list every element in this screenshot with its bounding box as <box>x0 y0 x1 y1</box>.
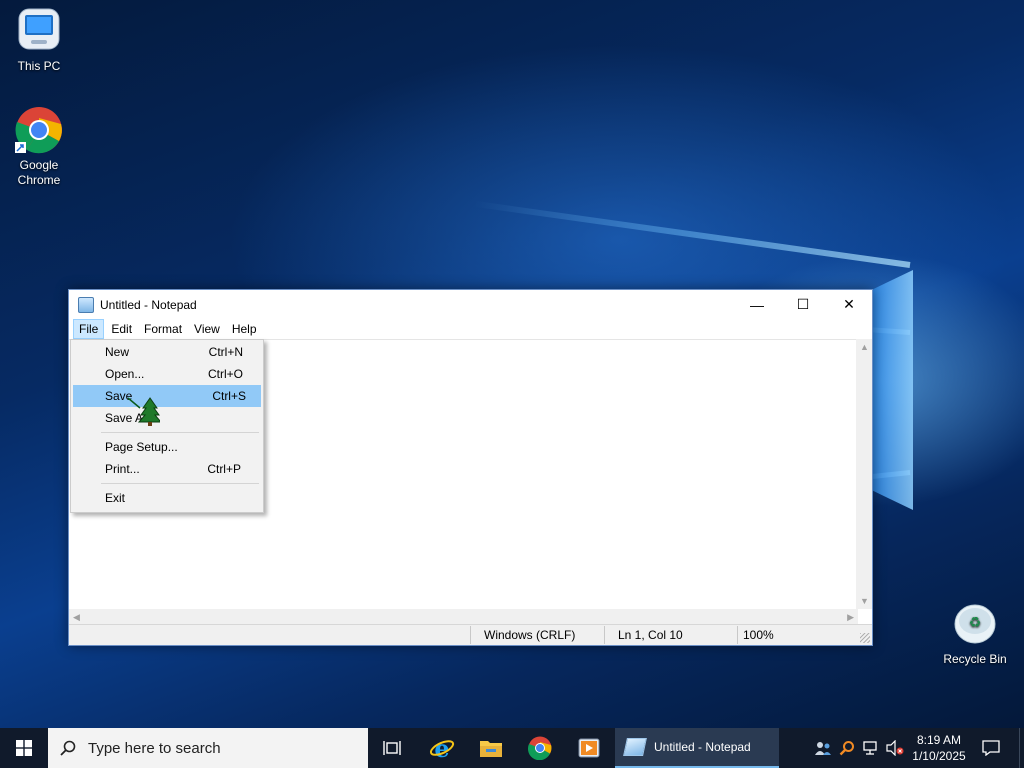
menu-help[interactable]: Help <box>227 320 262 338</box>
close-button[interactable]: ✕ <box>826 290 872 319</box>
taskbar-search-box[interactable]: Type here to search <box>48 728 368 768</box>
wallpaper-beam <box>473 200 911 268</box>
windows-logo-icon <box>16 740 32 756</box>
file-explorer-icon <box>480 741 502 757</box>
menu-item-shortcut: Ctrl+O <box>207 367 243 381</box>
menu-item-save-as[interactable]: Save As... <box>73 407 261 429</box>
menu-item-shortcut: Ctrl+P <box>207 462 241 476</box>
taskbar-notepad-button[interactable]: Untitled - Notepad <box>615 728 779 768</box>
scroll-up-icon[interactable]: ▲ <box>860 342 869 352</box>
notification-icon <box>982 740 1000 756</box>
status-bar: Windows (CRLF) Ln 1, Col 10 100% <box>69 624 872 645</box>
menu-item-label: Open... <box>105 367 145 381</box>
start-button[interactable] <box>0 728 48 768</box>
svg-text:e: e <box>434 735 449 761</box>
menu-item-shortcut: Ctrl+N <box>208 345 243 359</box>
menu-item-page-setup[interactable]: Page Setup... <box>73 436 261 458</box>
status-zoom: 100% <box>743 628 774 642</box>
horizontal-scrollbar[interactable]: ◀ ▶ <box>69 609 858 625</box>
minimize-button[interactable]: — <box>734 290 780 319</box>
menu-item-shortcut: Ctrl+S <box>212 389 246 403</box>
taskbar-internet-explorer[interactable]: e <box>418 728 466 768</box>
desktop-icon-recycle-bin[interactable]: ♻ Recycle Bin <box>937 600 1013 666</box>
menu-view[interactable]: View <box>189 320 225 338</box>
desktop-icon-label: Google Chrome <box>17 158 61 187</box>
desktop-icon-label: This PC <box>17 59 61 73</box>
chrome-icon <box>528 736 552 760</box>
menu-item-new[interactable]: New Ctrl+N <box>73 341 261 363</box>
menu-separator <box>101 432 259 433</box>
status-divider <box>737 626 738 644</box>
menu-item-label: New <box>105 345 130 359</box>
taskbar-file-explorer[interactable] <box>467 728 515 768</box>
clock-date: 1/10/2025 <box>912 749 966 763</box>
taskbar-clock[interactable]: 8:19 AM 1/10/2025 <box>902 732 976 764</box>
menu-item-open[interactable]: Open... Ctrl+O <box>73 363 261 385</box>
taskbar-app-label: Untitled - Notepad <box>654 740 751 754</box>
menu-item-save[interactable]: Save Ctrl+S <box>73 385 261 407</box>
search-placeholder: Type here to search <box>88 739 221 757</box>
show-desktop-button[interactable] <box>1019 728 1024 768</box>
tray-search-icon[interactable] <box>836 728 858 768</box>
search-icon <box>48 740 88 756</box>
resize-grip-icon[interactable] <box>860 633 870 643</box>
status-divider <box>470 626 471 644</box>
menu-separator <box>101 483 259 484</box>
computer-icon <box>15 7 63 55</box>
scroll-down-icon[interactable]: ▼ <box>860 596 869 606</box>
window-title: Untitled - Notepad <box>100 297 197 312</box>
tray-people-icon[interactable] <box>812 728 834 768</box>
internet-explorer-icon: e <box>429 735 455 761</box>
task-view-button[interactable] <box>368 728 416 768</box>
wallpaper-window-pane <box>873 270 913 510</box>
tray-network-icon[interactable] <box>860 728 882 768</box>
menu-edit[interactable]: Edit <box>106 320 137 338</box>
menu-bar: File Edit Format View Help <box>69 319 872 339</box>
file-menu-dropdown: New Ctrl+N Open... Ctrl+O Save Ctrl+S Sa… <box>70 339 264 513</box>
status-divider <box>604 626 605 644</box>
notepad-icon <box>78 296 94 313</box>
vertical-scrollbar[interactable]: ▲ ▼ <box>856 339 872 609</box>
desktop-icon-label: Recycle Bin <box>943 652 1007 666</box>
desktop-icon-google-chrome[interactable]: Google Chrome <box>1 106 77 188</box>
recycle-bin-icon: ♻ <box>951 600 999 648</box>
scroll-left-icon[interactable]: ◀ <box>73 612 80 623</box>
menu-item-label: Page Setup... <box>105 440 178 454</box>
notepad-icon <box>623 738 647 756</box>
media-player-icon <box>578 738 600 758</box>
menu-item-print[interactable]: Print... Ctrl+P <box>73 458 261 480</box>
title-bar[interactable]: Untitled - Notepad — ☐ ✕ <box>69 290 872 319</box>
taskbar: Type here to search e Untitled - Notepad… <box>0 728 1024 768</box>
svg-text:♻: ♻ <box>969 615 982 631</box>
menu-format[interactable]: Format <box>139 320 187 338</box>
desktop-icon-this-pc[interactable]: This PC <box>1 7 77 73</box>
menu-item-exit[interactable]: Exit <box>73 487 261 509</box>
action-center-button[interactable] <box>978 728 1004 768</box>
maximize-button[interactable]: ☐ <box>780 290 826 319</box>
menu-item-label: Print... <box>105 462 140 476</box>
taskbar-media-player[interactable] <box>565 728 613 768</box>
status-cursor-position: Ln 1, Col 10 <box>618 628 683 642</box>
taskbar-chrome[interactable] <box>516 728 564 768</box>
mouse-cursor-icon <box>126 396 163 426</box>
scroll-right-icon[interactable]: ▶ <box>847 612 854 623</box>
menu-item-label: Exit <box>105 491 126 505</box>
menu-file[interactable]: File <box>73 319 105 339</box>
task-view-icon <box>383 741 401 755</box>
status-encoding: Windows (CRLF) <box>484 628 576 642</box>
chrome-icon <box>15 106 63 154</box>
clock-time: 8:19 AM <box>916 733 962 747</box>
